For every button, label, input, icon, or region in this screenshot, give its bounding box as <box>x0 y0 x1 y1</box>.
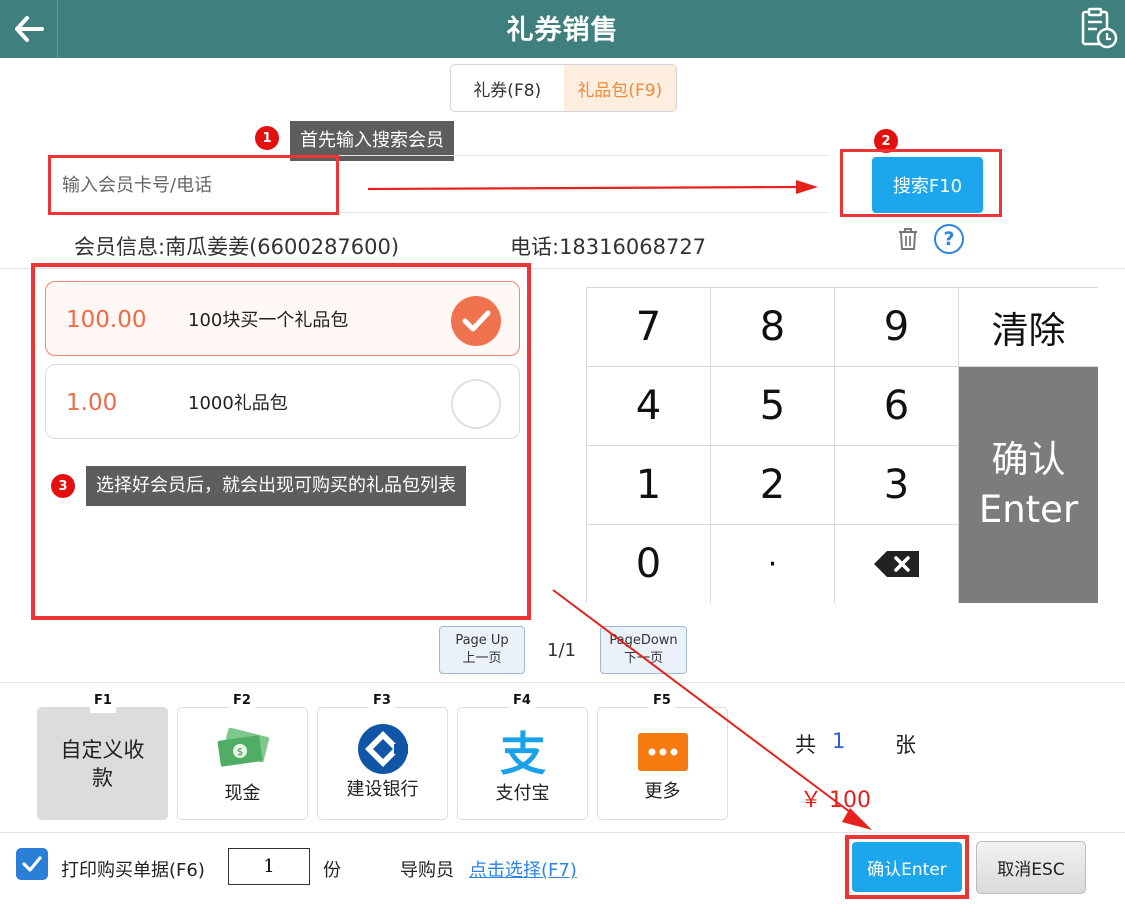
divider-payment <box>0 682 1125 683</box>
page-indicator: 1/1 <box>547 640 576 661</box>
pay-cash-label: 现金 <box>224 783 261 804</box>
cash-icon: $ <box>217 727 269 767</box>
highlight-search-button <box>840 149 1002 217</box>
print-receipt-checkbox[interactable] <box>16 848 48 880</box>
question-icon: ? <box>943 228 955 250</box>
member-info: 会员信息:南瓜姜姜(6600287600) <box>74 235 400 259</box>
pay-alipay-button[interactable]: 支 支付宝 <box>457 707 588 820</box>
pay-alipay-icon-wrap: 支 <box>458 730 587 776</box>
sale-type-tabs: 礼券(F8) 礼品包(F9) <box>450 64 677 112</box>
key-3[interactable]: 3 <box>835 446 959 525</box>
pay-ccb-icon-wrap <box>318 722 447 776</box>
pay-custom-label: 自定义收款 <box>60 738 145 791</box>
back-button[interactable] <box>0 0 58 58</box>
pay-cash-icon-wrap: $ <box>178 726 307 770</box>
page-down-sub: 下一页 <box>623 651 663 666</box>
backspace-icon <box>873 551 919 577</box>
numeric-keypad: 7 8 9 清除 4 5 6 1 2 3 0 · 确认 Enter <box>586 287 1098 603</box>
more-icon <box>637 733 688 771</box>
pay-cash-button[interactable]: $ 现金 <box>177 707 308 820</box>
clipboard-clock-icon <box>1081 7 1118 49</box>
divider-footer <box>0 832 1125 833</box>
svg-text:支: 支 <box>500 730 546 776</box>
print-receipt-label: 打印购买单据(F6) <box>61 860 205 881</box>
page-title: 礼券销售 <box>506 15 619 46</box>
total-count: 1 <box>832 729 846 753</box>
highlight-confirm-button <box>845 835 969 899</box>
tab-coupon[interactable]: 礼券(F8) <box>451 65 564 111</box>
arrow-left-icon <box>14 16 44 42</box>
svg-text:$: $ <box>236 747 242 758</box>
total-amount: ￥ 100 <box>800 788 871 813</box>
page-down-button[interactable]: PageDown 下一页 <box>600 626 687 674</box>
key-8[interactable]: 8 <box>711 288 835 367</box>
copies-unit: 份 <box>323 860 341 881</box>
select-shopping-guide-link[interactable]: 点击选择(F7) <box>469 856 577 882</box>
print-copies-input[interactable] <box>228 848 310 885</box>
pay-more-icon-wrap <box>598 732 727 772</box>
pay-ccb-label: 建设银行 <box>346 779 419 800</box>
key-2[interactable]: 2 <box>711 446 835 525</box>
key-5[interactable]: 5 <box>711 367 835 446</box>
pay-more-button[interactable]: 更多 <box>597 707 728 820</box>
key-7[interactable]: 7 <box>587 288 711 367</box>
pay-f2-key: F2 <box>229 693 255 713</box>
member-phone: 电话:18316068727 <box>510 235 707 259</box>
key-dot[interactable]: · <box>711 525 835 603</box>
key-confirm-line2: Enter <box>978 488 1079 531</box>
page-up-label: Page Up <box>455 633 509 649</box>
key-backspace[interactable] <box>835 525 959 603</box>
pay-f4-key: F4 <box>509 693 535 713</box>
ccb-logo-icon <box>357 724 408 774</box>
trash-icon <box>899 228 917 250</box>
pay-more-label: 更多 <box>644 781 681 802</box>
total-prefix: 共 <box>795 733 816 757</box>
header-bar: 礼券销售 <box>0 0 1125 58</box>
tab-gift-pack[interactable]: 礼品包(F9) <box>563 65 676 111</box>
page-down-label: PageDown <box>609 633 678 649</box>
pay-f3-key: F3 <box>369 693 395 713</box>
page-up-button[interactable]: Page Up 上一页 <box>439 626 525 674</box>
page-up-sub: 上一页 <box>462 651 502 666</box>
pay-ccb-button[interactable]: 建设银行 <box>317 707 448 820</box>
shopping-guide-label: 导购员 <box>400 860 454 881</box>
cancel-button[interactable]: 取消ESC <box>976 841 1086 894</box>
key-1[interactable]: 1 <box>587 446 711 525</box>
key-0[interactable]: 0 <box>587 525 711 603</box>
key-confirm-line1: 确认 <box>991 438 1066 482</box>
alipay-icon: 支 <box>500 730 546 776</box>
highlight-gift-list <box>31 263 531 620</box>
pay-alipay-label: 支付宝 <box>495 783 550 804</box>
help-button[interactable]: ? <box>934 224 964 254</box>
pay-f1-key: F1 <box>90 693 116 713</box>
key-confirm[interactable]: 确认 Enter <box>959 367 1098 603</box>
total-unit: 张 <box>895 733 916 757</box>
history-button[interactable] <box>1079 6 1119 50</box>
step-1-badge: 1 <box>255 126 279 150</box>
pay-f5-key: F5 <box>649 693 675 713</box>
key-6[interactable]: 6 <box>835 367 959 446</box>
checkmark-icon <box>22 856 42 872</box>
key-4[interactable]: 4 <box>587 367 711 446</box>
pay-custom-button[interactable]: 自定义收款 <box>37 707 168 820</box>
clear-member-button[interactable] <box>897 226 919 252</box>
key-clear[interactable]: 清除 <box>959 288 1098 367</box>
key-9[interactable]: 9 <box>835 288 959 367</box>
highlight-search-input <box>48 155 339 215</box>
